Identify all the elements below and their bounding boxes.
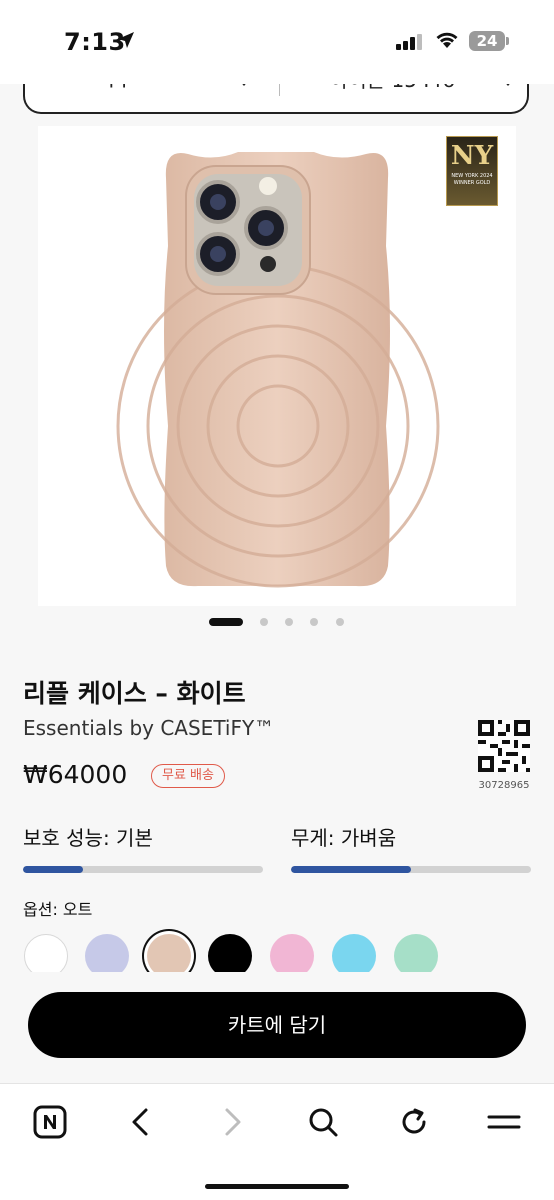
award-text: NEW YORK 2024 WINNER GOLD — [451, 173, 493, 186]
product-title: 리플 케이스 – 화이트 — [23, 679, 246, 708]
product-code: 30728965 — [478, 780, 530, 791]
carousel-dots — [0, 618, 554, 626]
protection-bar — [23, 866, 263, 873]
phone-case-illustration — [116, 152, 440, 588]
add-to-cart-button[interactable]: 카트에 담기 — [28, 992, 526, 1058]
menu-icon[interactable] — [486, 1104, 522, 1140]
product-price: ₩64000 — [23, 760, 128, 789]
weight-bar — [291, 866, 531, 873]
cellular-signal-icon — [396, 34, 422, 50]
home-indicator — [205, 1184, 349, 1189]
product-image[interactable]: NY NEW YORK 2024 WINNER GOLD — [38, 126, 516, 606]
weight-bar-fill — [291, 866, 411, 873]
protection-bar-fill — [23, 866, 83, 873]
award-logo: NY — [450, 141, 494, 171]
option-label: 옵션: 오트 — [23, 900, 93, 919]
wifi-icon — [436, 32, 458, 48]
battery-tip — [506, 37, 509, 45]
back-icon[interactable] — [123, 1104, 159, 1140]
battery-icon: 24 — [469, 31, 505, 51]
search-icon[interactable] — [305, 1104, 341, 1140]
status-bar: 7:13 24 — [0, 0, 554, 84]
carousel-dot[interactable] — [285, 618, 293, 626]
reload-icon[interactable] — [396, 1104, 432, 1140]
free-shipping-badge: 무료 배송 — [151, 764, 225, 788]
forward-icon[interactable] — [214, 1104, 250, 1140]
protection-label: 보호 성능: 기본 — [23, 826, 153, 850]
award-badge: NY NEW YORK 2024 WINNER GOLD — [446, 136, 498, 206]
carousel-dot[interactable] — [310, 618, 318, 626]
carousel-dot[interactable] — [209, 618, 243, 626]
carousel-dot[interactable] — [336, 618, 344, 626]
location-arrow-icon — [118, 32, 134, 48]
weight-label: 무게: 가벼움 — [291, 826, 397, 850]
browser-toolbar — [0, 1083, 554, 1200]
qr-code-icon — [478, 720, 530, 772]
carousel-dot[interactable] — [260, 618, 268, 626]
naver-home-icon[interactable] — [32, 1104, 68, 1140]
product-subtitle: Essentials by CASETiFY™ — [23, 716, 275, 740]
